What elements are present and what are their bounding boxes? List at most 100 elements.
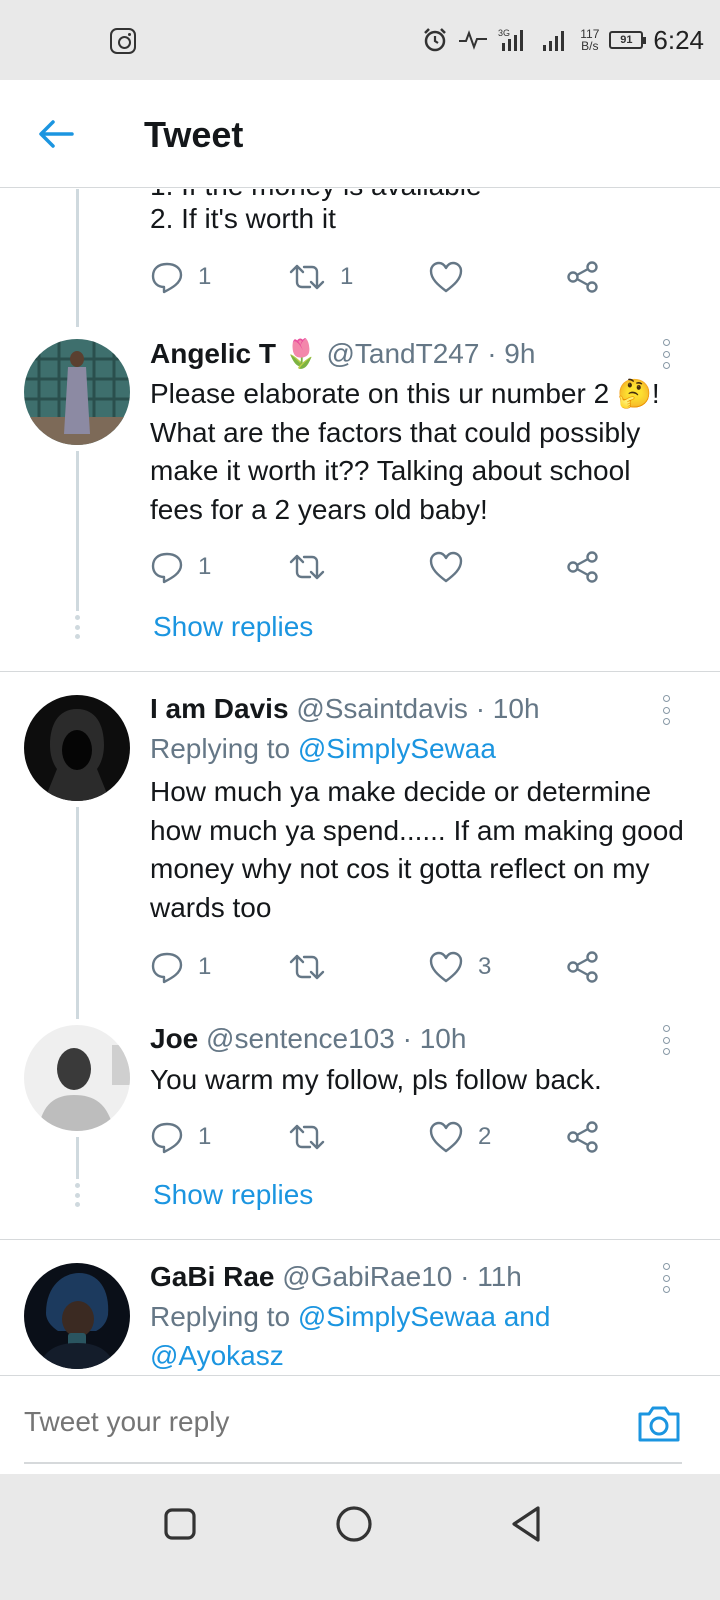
display-name[interactable]: Joe — [150, 1023, 198, 1054]
system-nav-bar — [0, 1474, 720, 1600]
replying-to-link[interactable]: @SimplySewaa and — [298, 1301, 551, 1332]
user-handle[interactable]: @Ssaintdavis — [296, 693, 468, 724]
tweet-reply[interactable]: Joe @sentence103 · 10h You warm my follo… — [0, 1023, 720, 1165]
clock: 6:24 — [653, 24, 704, 55]
user-handle[interactable]: @TandT247 — [326, 338, 479, 369]
more-options-button[interactable] — [658, 695, 674, 725]
reply-count: 1 — [198, 1123, 212, 1150]
thread-dots — [74, 1183, 80, 1207]
thread-line — [76, 807, 79, 1019]
replying-to-link[interactable]: @Ayokasz — [150, 1340, 284, 1371]
battery-icon: 91 — [609, 31, 647, 49]
tweet-partial[interactable]: 1. If the money is available 2. If it's … — [0, 189, 720, 319]
circle-icon — [336, 1506, 372, 1542]
square-icon — [164, 1508, 196, 1540]
back-nav-button[interactable] — [504, 1502, 548, 1546]
tweet-actions: 1 3 — [150, 947, 630, 987]
reply-button[interactable]: 1 — [150, 1117, 211, 1157]
more-options-button[interactable] — [658, 1025, 674, 1055]
avatar-image — [24, 1263, 130, 1369]
display-name[interactable]: GaBi Rae — [150, 1261, 275, 1292]
thread-line — [76, 451, 79, 611]
divider — [0, 671, 720, 672]
tulip-emoji-icon: 🌷 — [283, 338, 319, 369]
tweet-header: Angelic T 🌷 @TandT247 · 9h — [150, 337, 535, 370]
speech-bubble-icon — [151, 1122, 183, 1154]
status-icons: 3G 117 B/s 91 6:24 — [422, 20, 704, 60]
more-options-button[interactable] — [658, 339, 674, 369]
tweet-reply[interactable]: I am Davis @Ssaintdavis · 10h Replying t… — [0, 693, 720, 995]
display-name[interactable]: I am Davis — [150, 693, 289, 724]
reply-count: 1 — [198, 263, 212, 290]
replying-prefix: Replying to — [150, 733, 291, 764]
signal-bars-icon — [543, 31, 565, 51]
retweet-arrows-icon — [289, 1124, 325, 1150]
retweet-button[interactable] — [288, 947, 340, 987]
tweet-text: How much ya make decide or determine how… — [150, 776, 684, 923]
avatar[interactable] — [24, 339, 130, 445]
network-speed-unit: B/s — [581, 39, 599, 53]
retweet-arrows-icon — [289, 954, 325, 980]
thread-dots — [74, 615, 80, 639]
header: Tweet — [0, 80, 720, 188]
speech-bubble-icon — [151, 262, 183, 294]
recents-button[interactable] — [158, 1502, 202, 1546]
tweet-text: Please elaborate on this ur number 2 🤔! … — [150, 378, 660, 525]
tweet-time: · 9h — [487, 338, 536, 369]
reply-count: 1 — [198, 953, 212, 980]
user-handle[interactable]: @GabiRae10 — [282, 1261, 452, 1292]
reply-underline — [24, 1462, 682, 1464]
home-button[interactable] — [332, 1502, 376, 1546]
share-button[interactable] — [566, 1117, 600, 1157]
share-button[interactable] — [566, 257, 600, 297]
speech-bubble-icon — [151, 952, 183, 984]
like-button[interactable] — [428, 547, 478, 587]
show-replies-link[interactable]: Show replies — [153, 1179, 313, 1211]
like-button[interactable]: 3 — [428, 947, 491, 987]
tweet-header: GaBi Rae @GabiRae10 · 11h — [150, 1261, 522, 1293]
replying-to: Replying to @SimplySewaa and — [150, 1301, 550, 1333]
retweet-button[interactable] — [288, 547, 340, 587]
reply-button[interactable]: 1 — [150, 947, 211, 987]
user-handle[interactable]: @sentence103 — [206, 1023, 395, 1054]
show-replies-link[interactable]: Show replies — [153, 611, 313, 643]
avatar-image — [24, 1025, 130, 1131]
reply-button[interactable]: 1 — [150, 257, 211, 297]
avatar[interactable] — [24, 695, 130, 801]
tweet-feed[interactable]: 1. If the money is available 2. If it's … — [0, 189, 720, 1375]
replying-to: Replying to @SimplySewaa — [150, 733, 496, 765]
share-button[interactable] — [566, 547, 600, 587]
heart-icon — [429, 951, 463, 983]
tweet-actions: 1 2 — [150, 1117, 630, 1157]
retweet-button[interactable] — [288, 1117, 340, 1157]
status-bar: 3G 117 B/s 91 6:24 — [0, 0, 720, 80]
tweet-reply[interactable]: GaBi Rae @GabiRae10 · 11h Replying to @S… — [0, 1261, 720, 1375]
network-speed: 117 B/s — [580, 28, 599, 52]
replying-prefix: Replying to — [150, 1301, 291, 1332]
tweet-actions: 1 1 — [150, 257, 630, 297]
tweet-reply[interactable]: Angelic T 🌷 @TandT247 · 9h Please elabor… — [0, 337, 720, 669]
share-button[interactable] — [566, 947, 600, 987]
tweet-time: · 10h — [402, 1023, 467, 1054]
avatar-image — [24, 339, 130, 445]
camera-icon — [638, 1406, 680, 1442]
speech-bubble-icon — [151, 552, 183, 584]
share-nodes-icon — [567, 551, 598, 583]
share-nodes-icon — [567, 261, 598, 293]
reply-input[interactable] — [24, 1406, 584, 1438]
display-name[interactable]: Angelic T — [150, 338, 276, 369]
avatar[interactable] — [24, 1263, 130, 1369]
like-count: 3 — [478, 953, 492, 980]
like-button[interactable]: 2 — [428, 1117, 491, 1157]
camera-button[interactable] — [636, 1404, 682, 1444]
more-options-button[interactable] — [658, 1263, 674, 1293]
like-button[interactable] — [428, 257, 478, 297]
reply-button[interactable]: 1 — [150, 547, 211, 587]
avatar[interactable] — [24, 1025, 130, 1131]
back-button[interactable] — [34, 112, 78, 156]
tweet-text: You warm my follow, pls follow back. — [150, 1064, 602, 1095]
replying-to-link[interactable]: @SimplySewaa — [298, 733, 496, 764]
retweet-button[interactable]: 1 — [288, 257, 353, 297]
share-nodes-icon — [567, 951, 598, 983]
like-count: 2 — [478, 1123, 492, 1150]
